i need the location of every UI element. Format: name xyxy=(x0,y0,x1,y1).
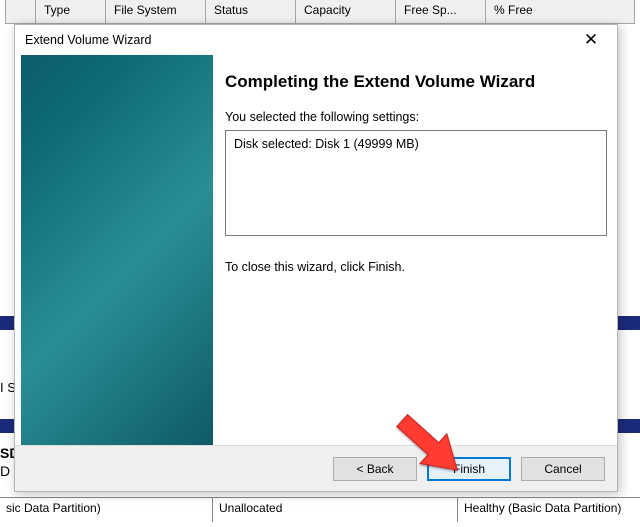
close-button[interactable]: ✕ xyxy=(571,26,611,54)
partition-cell[interactable]: sic Data Partition) xyxy=(0,498,213,522)
dialog-body: Completing the Extend Volume Wizard You … xyxy=(15,55,617,445)
wizard-sidebar-graphic xyxy=(21,55,213,445)
finish-button[interactable]: Finish xyxy=(427,457,511,481)
dialog-footer: < Back Finish Cancel xyxy=(15,445,617,491)
wizard-heading: Completing the Extend Volume Wizard xyxy=(225,71,607,92)
col-filesystem[interactable]: File System xyxy=(106,0,206,23)
wizard-intro-text: You selected the following settings: xyxy=(225,110,607,124)
cancel-button[interactable]: Cancel xyxy=(521,457,605,481)
partition-cell[interactable]: Unallocated xyxy=(213,498,458,522)
back-button[interactable]: < Back xyxy=(333,457,417,481)
dialog-title: Extend Volume Wizard xyxy=(25,33,571,47)
col-type[interactable]: Type xyxy=(36,0,106,23)
col-capacity[interactable]: Capacity xyxy=(296,0,396,23)
col-pctfree[interactable]: % Free xyxy=(486,0,634,23)
settings-line: Disk selected: Disk 1 (49999 MB) xyxy=(234,137,598,151)
dm-bottom-row: sic Data Partition) Unallocated Healthy … xyxy=(0,497,640,522)
settings-summary-box: Disk selected: Disk 1 (49999 MB) xyxy=(225,130,607,236)
dm-fragment-d: D xyxy=(0,463,10,479)
wizard-main: Completing the Extend Volume Wizard You … xyxy=(225,65,607,445)
close-icon: ✕ xyxy=(584,30,598,50)
wizard-closing-text: To close this wizard, click Finish. xyxy=(225,260,607,274)
dm-column-header: Type File System Status Capacity Free Sp… xyxy=(5,0,635,24)
partition-cell[interactable]: Healthy (Basic Data Partition) xyxy=(458,498,640,522)
extend-volume-wizard-dialog: Extend Volume Wizard ✕ Completing the Ex… xyxy=(14,24,618,492)
col-freespace[interactable]: Free Sp... xyxy=(396,0,486,23)
titlebar[interactable]: Extend Volume Wizard ✕ xyxy=(15,25,617,55)
col-status[interactable]: Status xyxy=(206,0,296,23)
